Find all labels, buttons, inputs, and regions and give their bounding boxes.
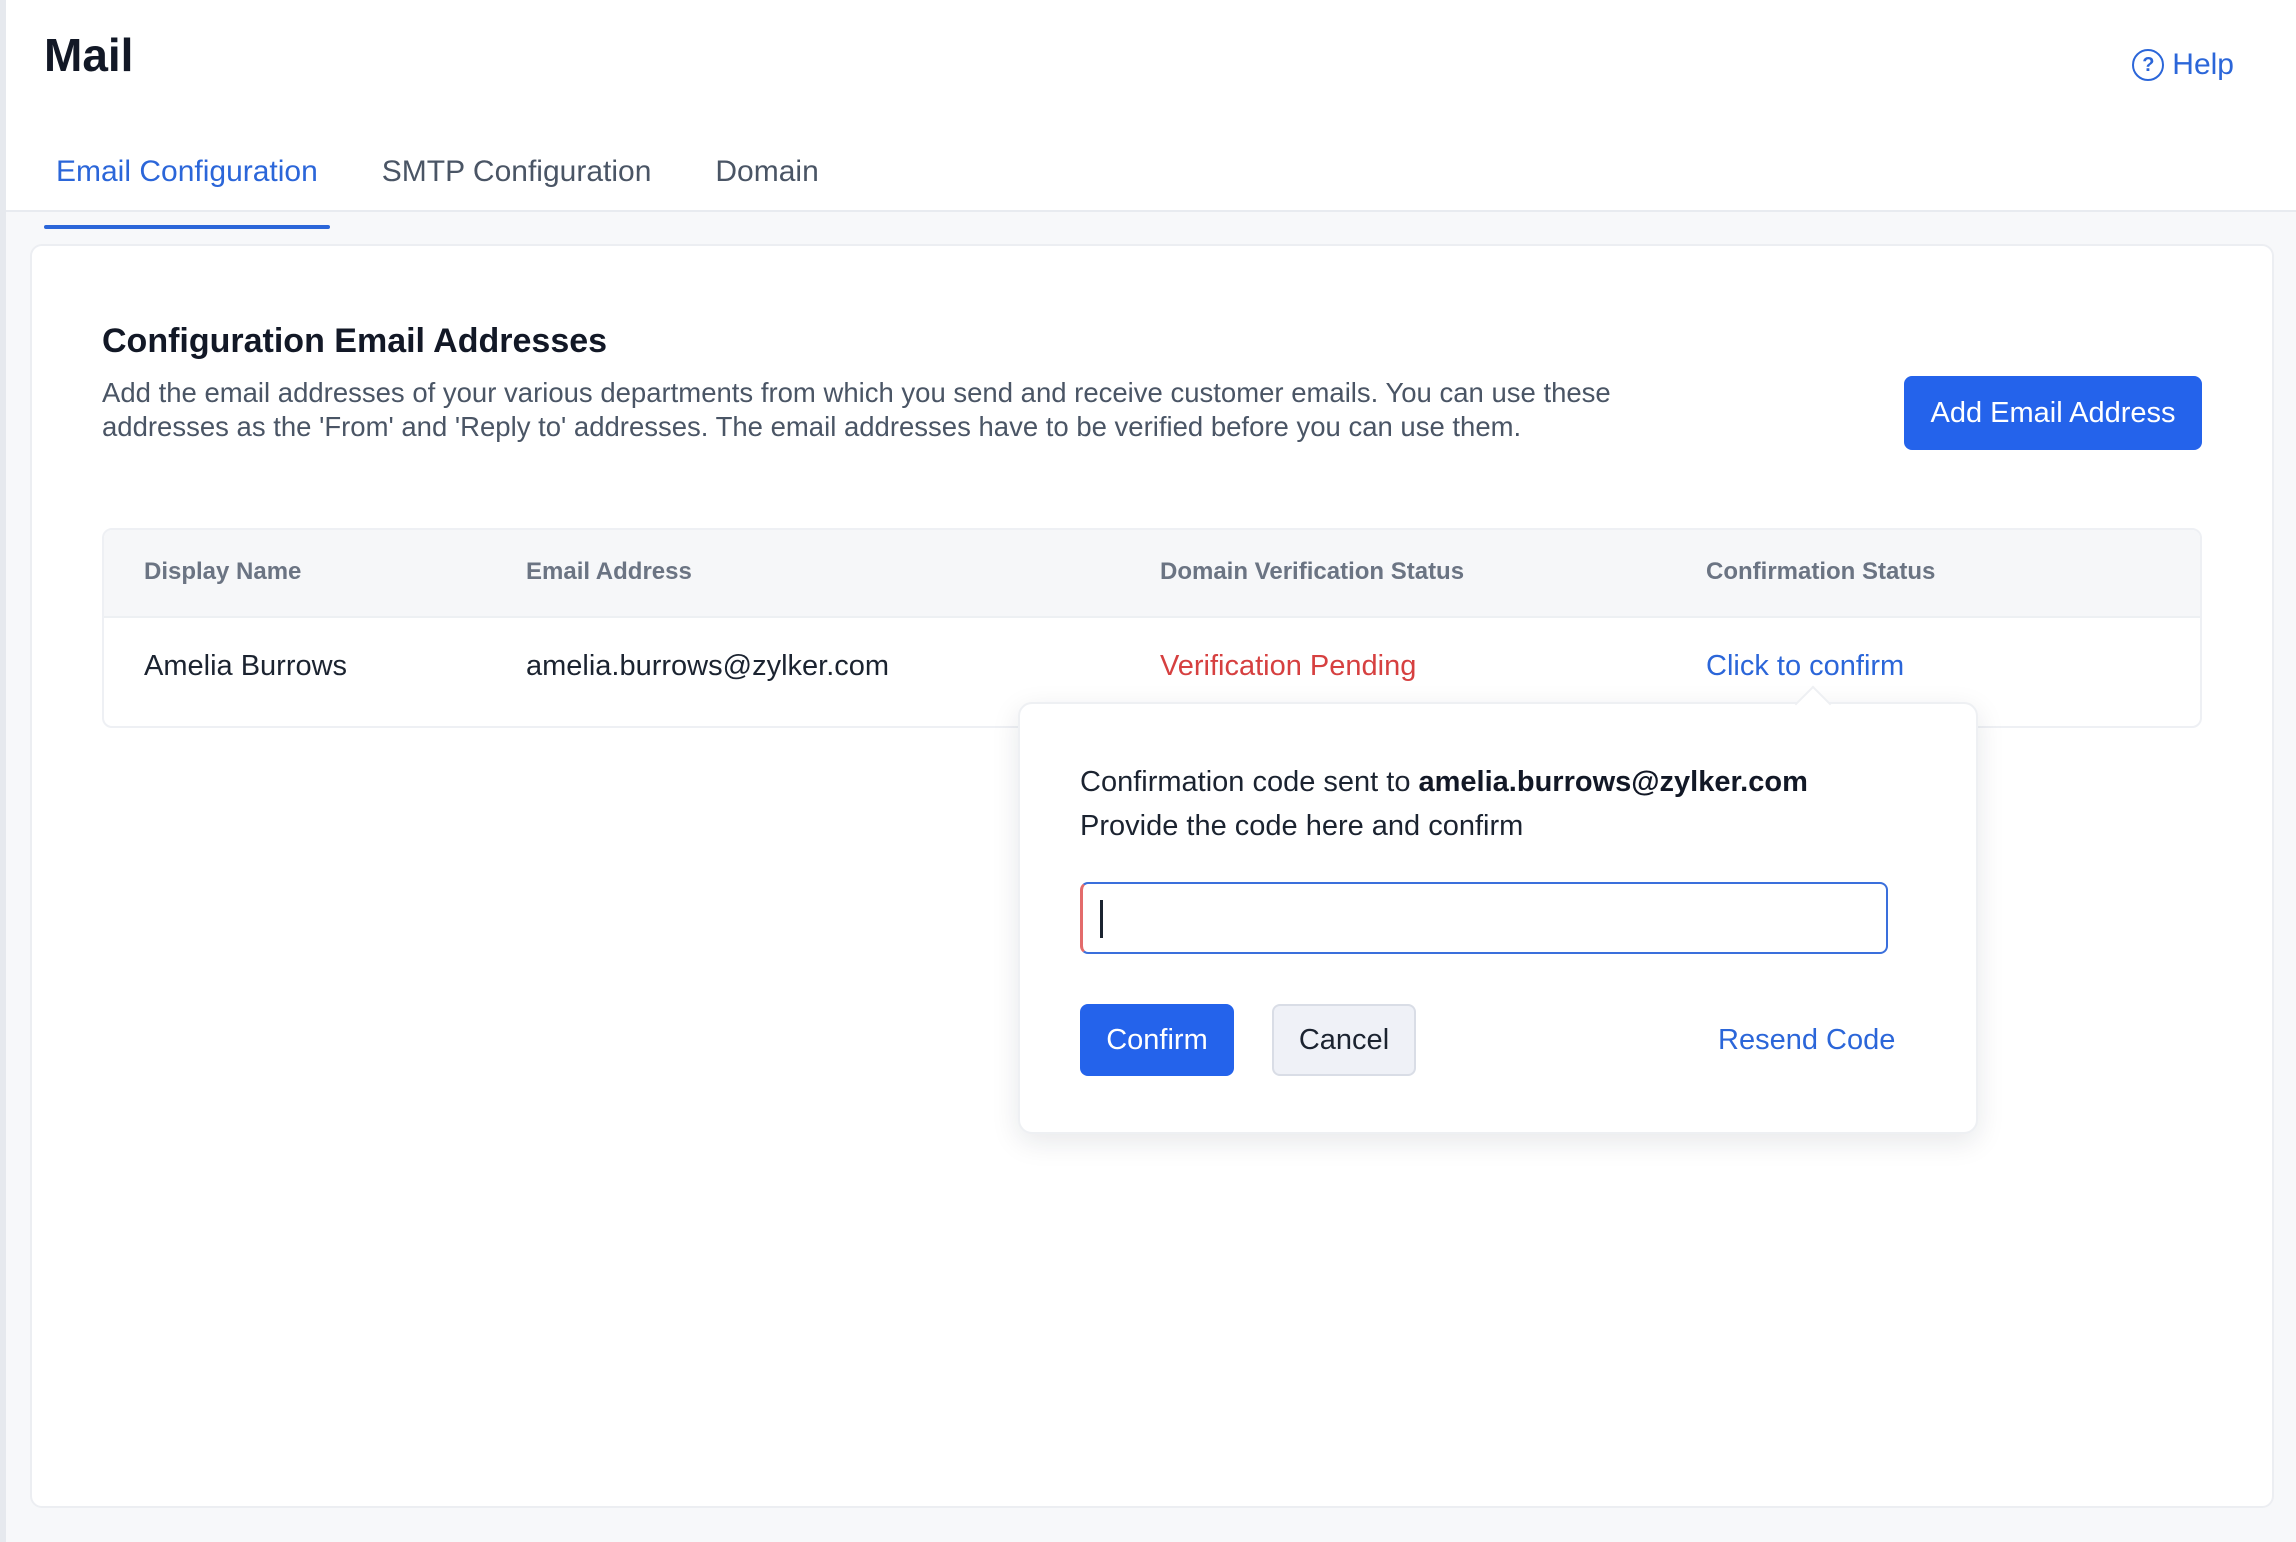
confirmation-instruction: Provide the code here and confirm [1080, 810, 1524, 842]
text-caret [1100, 900, 1103, 938]
section-description: Add the email addresses of your various … [102, 377, 1611, 442]
tab-bar: Email Configuration SMTP Configuration D… [44, 150, 871, 229]
confirmation-sent-prefix: Confirmation code sent to [1080, 766, 1419, 798]
help-link[interactable]: ? Help [2132, 48, 2234, 82]
confirmation-code-input[interactable] [1080, 882, 1888, 954]
confirmation-sent-text: Confirmation code sent to amelia.burrows… [1080, 766, 1808, 799]
tab-domain[interactable]: Domain [703, 150, 830, 212]
tab-email-configuration[interactable]: Email Configuration [44, 150, 330, 229]
verification-pending-status: Verification Pending [1160, 650, 1417, 682]
table-header: Display Name Email Address Domain Verifi… [104, 530, 2200, 618]
cancel-button[interactable]: Cancel [1272, 1004, 1416, 1076]
column-header-confirmation-status: Confirmation Status [1706, 558, 1936, 585]
confirmation-code-popover: Confirmation code sent to amelia.burrows… [1018, 702, 1978, 1134]
tab-smtp-configuration[interactable]: SMTP Configuration [370, 150, 664, 212]
add-email-address-button[interactable]: Add Email Address [1904, 376, 2202, 450]
click-to-confirm-link[interactable]: Click to confirm [1706, 650, 1904, 683]
email-addresses-table: Display Name Email Address Domain Verifi… [102, 528, 2202, 728]
confirm-button[interactable]: Confirm [1080, 1004, 1234, 1076]
help-circle-icon: ? [2132, 49, 2165, 81]
column-header-domain-verification-status: Domain Verification Status [1160, 558, 1465, 585]
resend-code-link[interactable]: Resend Code [1718, 1024, 1895, 1057]
cell-email-address: amelia.burrows@zylker.com [526, 650, 890, 682]
column-header-display-name: Display Name [144, 558, 302, 585]
page-title: Mail [44, 29, 134, 81]
confirmation-sent-email: amelia.burrows@zylker.com [1418, 766, 1808, 798]
cell-display-name: Amelia Burrows [144, 650, 348, 682]
column-header-email-address: Email Address [526, 558, 692, 585]
section-title: Configuration Email Addresses [102, 322, 608, 360]
page-header: Mail ? Help Email Configuration SMTP Con… [6, 0, 2296, 229]
help-label: Help [2172, 48, 2234, 81]
app-window: Mail ? Help Email Configuration SMTP Con… [0, 0, 2296, 1542]
